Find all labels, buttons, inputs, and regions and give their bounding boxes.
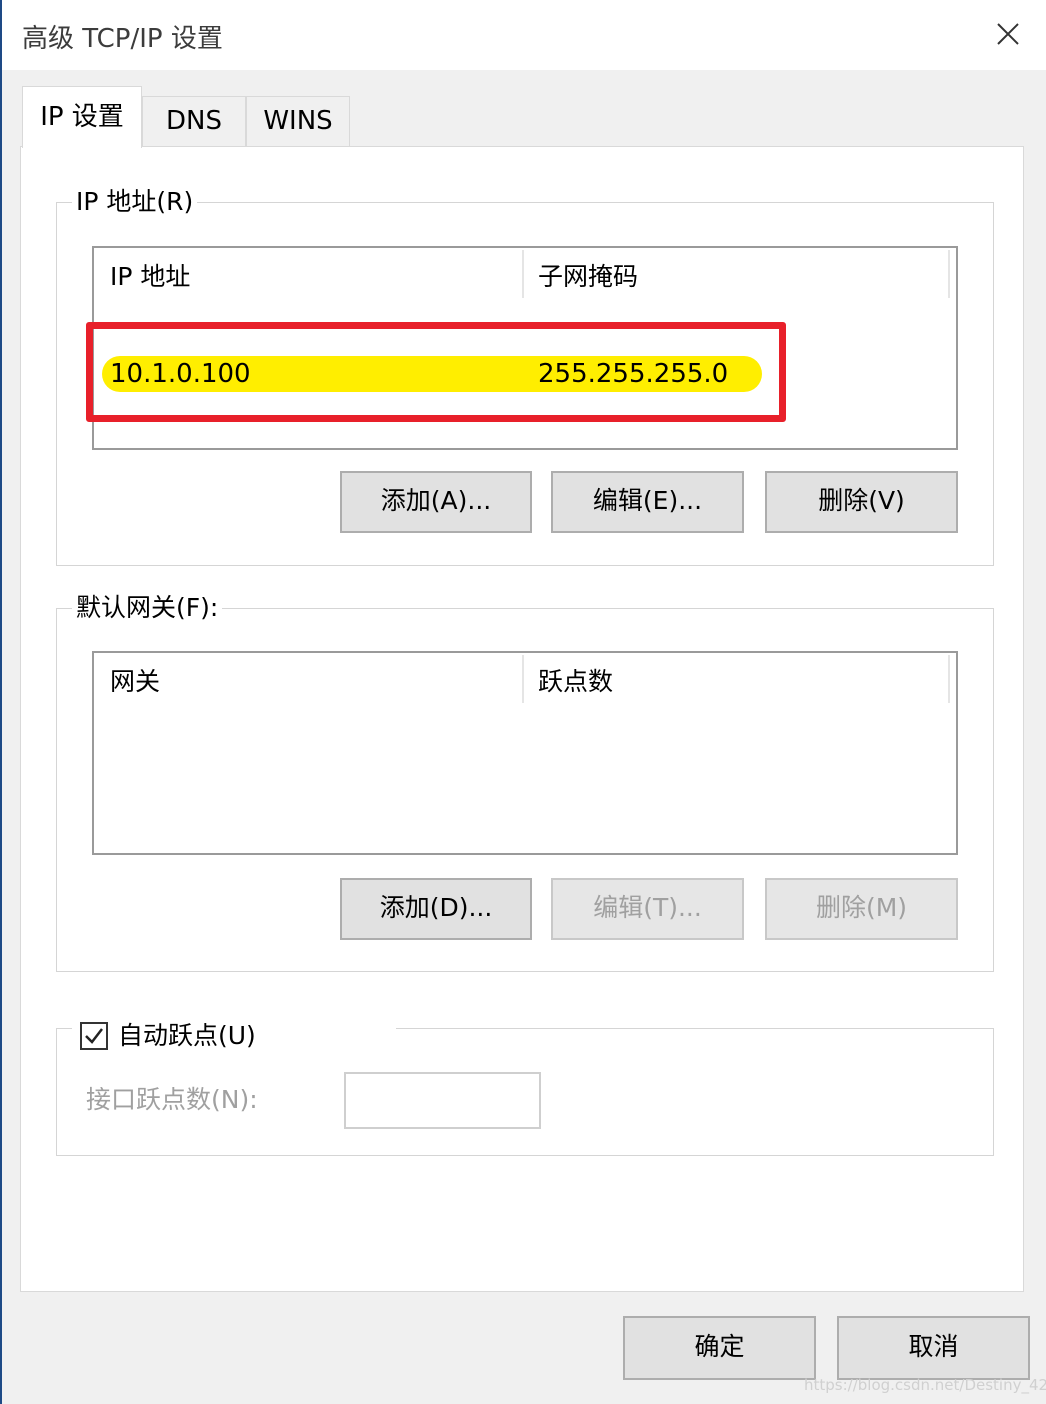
tab-wins[interactable]: WINS bbox=[246, 96, 350, 146]
gateway-delete-button[interactable]: 删除(M) bbox=[765, 878, 958, 940]
watermark: https://blog.csdn.net/Destiny_425 bbox=[804, 1376, 1046, 1394]
ip-add-button[interactable]: 添加(A)... bbox=[340, 471, 532, 533]
auto-metric-label[interactable]: 自动跃点(U) bbox=[118, 1021, 256, 1051]
ip-edit-button[interactable]: 编辑(E)... bbox=[551, 471, 744, 533]
column-separator bbox=[948, 250, 950, 298]
ip-address-group-label: IP 地址(R) bbox=[72, 187, 198, 217]
close-icon bbox=[997, 23, 1019, 45]
gateway-edit-button[interactable]: 编辑(T)... bbox=[551, 878, 744, 940]
checkmark-icon bbox=[85, 1028, 103, 1044]
tab-dns[interactable]: DNS bbox=[142, 96, 246, 146]
window-title: 高级 TCP/IP 设置 bbox=[22, 24, 223, 54]
gateway-list[interactable]: 网关 跃点数 bbox=[92, 651, 958, 855]
column-header-metric[interactable]: 跃点数 bbox=[538, 667, 613, 697]
cancel-button[interactable]: 取消 bbox=[837, 1316, 1030, 1380]
column-separator bbox=[522, 250, 524, 298]
ok-button[interactable]: 确定 bbox=[623, 1316, 816, 1380]
annotation-highlight-box bbox=[86, 322, 786, 422]
title-bar: 高级 TCP/IP 设置 bbox=[2, 0, 1046, 70]
column-header-ip[interactable]: IP 地址 bbox=[110, 262, 190, 292]
column-separator bbox=[948, 655, 950, 703]
advanced-tcpip-dialog: 高级 TCP/IP 设置 IP 设置 DNS WINS IP 地址(R) IP … bbox=[0, 0, 1046, 1404]
auto-metric-checkbox[interactable] bbox=[80, 1022, 108, 1050]
column-header-mask[interactable]: 子网掩码 bbox=[538, 262, 638, 292]
column-header-gateway[interactable]: 网关 bbox=[110, 667, 160, 697]
gateway-add-button[interactable]: 添加(D)... bbox=[340, 878, 532, 940]
tab-ip-settings[interactable]: IP 设置 bbox=[22, 86, 142, 148]
close-button[interactable] bbox=[982, 12, 1034, 56]
column-separator bbox=[522, 655, 524, 703]
ip-delete-button[interactable]: 删除(V) bbox=[765, 471, 958, 533]
interface-metric-input[interactable] bbox=[344, 1072, 541, 1129]
interface-metric-label: 接口跃点数(N): bbox=[86, 1085, 258, 1114]
default-gateway-group-label: 默认网关(F): bbox=[72, 593, 223, 623]
